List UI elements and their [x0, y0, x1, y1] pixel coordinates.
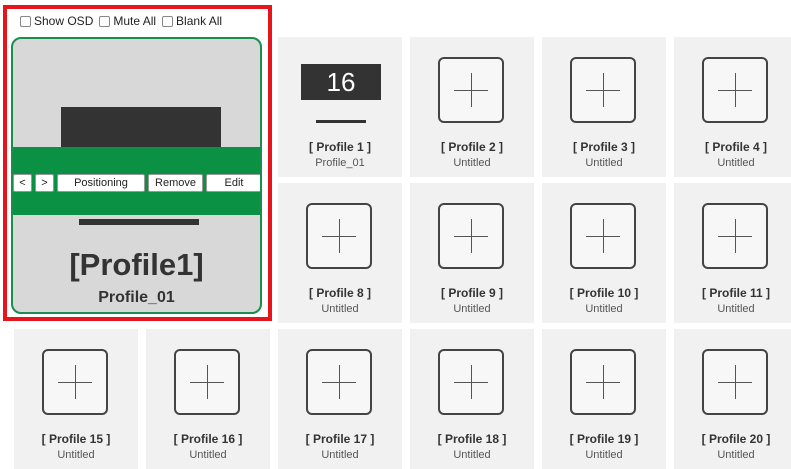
show-osd-checkbox[interactable] — [20, 15, 31, 27]
add-profile-icon[interactable] — [702, 349, 768, 415]
profile-name: [ Profile 16 ] — [173, 432, 243, 446]
add-profile-icon[interactable] — [570, 349, 636, 415]
profile-subtitle: Profile_01 — [315, 157, 365, 169]
monitor-icon: 16 — [301, 64, 381, 100]
profile-name: [ Profile 17 ] — [305, 432, 375, 446]
profile-tile[interactable]: [ Profile 11 ] Untitled — [674, 183, 791, 323]
profile-tile[interactable]: [ Profile 19 ] Untitled — [542, 329, 666, 469]
mute-all-label: Mute All — [113, 14, 157, 28]
add-profile-icon[interactable] — [174, 349, 240, 415]
profile-name: [ Profile 1 ] — [308, 140, 371, 154]
profile-name: [ Profile 9 ] — [440, 286, 503, 300]
profile-name: [ Profile 3 ] — [572, 140, 635, 154]
show-osd-option[interactable]: Show OSD — [20, 14, 93, 28]
profile-name: [ Profile 20 ] — [701, 432, 771, 446]
profile-subtitle: Untitled — [585, 157, 623, 169]
profile-tile[interactable]: [ Profile 9 ] Untitled — [410, 183, 534, 323]
profile-tile[interactable]: [ Profile 3 ] Untitled — [542, 37, 666, 177]
add-profile-icon[interactable] — [306, 203, 372, 269]
edit-button[interactable]: Edit — [206, 174, 260, 192]
profile-name: [ Profile 18 ] — [437, 432, 507, 446]
profile-tile[interactable]: [ Profile 2 ] Untitled — [410, 37, 534, 177]
profile-tile[interactable]: 16 [ Profile 1 ] Profile_01 — [278, 37, 402, 177]
profile-name: [ Profile 15 ] — [41, 432, 111, 446]
add-profile-icon[interactable] — [438, 349, 504, 415]
profile-subtitle: Untitled — [585, 449, 623, 461]
profile-subtitle: Untitled — [717, 449, 755, 461]
next-button[interactable]: > — [35, 174, 54, 192]
profile-subtitle: Untitled — [717, 303, 755, 315]
monitor-stand-icon — [79, 219, 199, 225]
profile-name: [ Profile 19 ] — [569, 432, 639, 446]
profile-subtitle: Untitled — [453, 157, 491, 169]
profile-tile[interactable]: [ Profile 8 ] Untitled — [278, 183, 402, 323]
profile-tile[interactable]: [ Profile 18 ] Untitled — [410, 329, 534, 469]
add-profile-icon[interactable] — [702, 203, 768, 269]
profile-tile[interactable]: [ Profile 10 ] Untitled — [542, 183, 666, 323]
profile-subtitle: Untitled — [585, 303, 623, 315]
add-profile-icon[interactable] — [306, 349, 372, 415]
profile-controls: < > Positioning Remove Edit — [13, 173, 260, 193]
add-profile-icon[interactable] — [570, 203, 636, 269]
profile-subtitle: Untitled — [717, 157, 755, 169]
selected-profile-title: [Profile1] — [69, 247, 204, 282]
profile-tile[interactable]: [ Profile 17 ] Untitled — [278, 329, 402, 469]
profile-subtitle: Untitled — [57, 449, 95, 461]
add-profile-icon[interactable] — [438, 57, 504, 123]
monitor-stand-icon — [316, 120, 366, 123]
profile-tile[interactable]: [ Profile 16 ] Untitled — [146, 329, 270, 469]
profile-tile[interactable]: [ Profile 4 ] Untitled — [674, 37, 791, 177]
profile-subtitle: Untitled — [189, 449, 227, 461]
profile-tile[interactable]: [ Profile 15 ] Untitled — [14, 329, 138, 469]
profile-tile[interactable]: [ Profile 20 ] Untitled — [674, 329, 791, 469]
positioning-button[interactable]: Positioning — [57, 174, 145, 192]
show-osd-label: Show OSD — [34, 14, 94, 28]
remove-button[interactable]: Remove — [148, 174, 203, 192]
profile-subtitle: Untitled — [453, 449, 491, 461]
add-profile-icon[interactable] — [570, 57, 636, 123]
add-profile-icon[interactable] — [42, 349, 108, 415]
profile-name: [ Profile 2 ] — [440, 140, 503, 154]
toolbar: Show OSD Mute All Blank All — [20, 12, 228, 30]
add-profile-icon[interactable] — [702, 57, 768, 123]
profile-name: [ Profile 10 ] — [569, 286, 639, 300]
blank-all-label: Blank All — [176, 14, 223, 28]
prev-button[interactable]: < — [13, 174, 32, 192]
profile-name: [ Profile 8 ] — [308, 286, 371, 300]
blank-all-option[interactable]: Blank All — [162, 14, 222, 28]
profile-name: [ Profile 4 ] — [704, 140, 767, 154]
mute-all-checkbox[interactable] — [99, 15, 111, 27]
profile-subtitle: Untitled — [321, 303, 359, 315]
profile-subtitle: Untitled — [453, 303, 491, 315]
selected-profile-tile[interactable]: < > Positioning Remove Edit [Profile1] P… — [11, 37, 262, 314]
add-profile-icon[interactable] — [438, 203, 504, 269]
monitor-screen-icon — [61, 107, 221, 149]
selected-profile-subtitle: Profile_01 — [98, 289, 175, 306]
profile-subtitle: Untitled — [321, 449, 359, 461]
mute-all-option[interactable]: Mute All — [99, 14, 156, 28]
profile-name: [ Profile 11 ] — [701, 286, 771, 300]
blank-all-checkbox[interactable] — [162, 15, 174, 27]
